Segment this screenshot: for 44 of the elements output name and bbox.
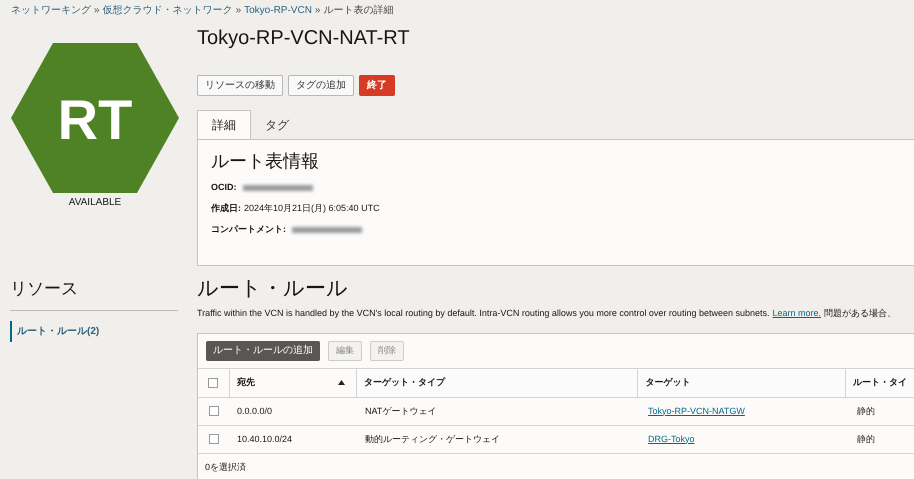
hexagon-logo-icon xyxy=(11,43,179,193)
target-link[interactable]: DRG-Tokyo xyxy=(648,434,695,444)
breadcrumb-link[interactable]: 仮想クラウド・ネットワーク xyxy=(102,3,233,18)
row-checkbox[interactable] xyxy=(209,406,219,416)
breadcrumb-separator: » xyxy=(314,4,320,18)
selection-count: 0を選択済 xyxy=(205,462,246,472)
action-button[interactable]: リソースの移動 xyxy=(197,75,283,96)
status-label: AVAILABLE xyxy=(68,196,122,210)
field-value: 2024年10月21日(月) 6:05:40 UTC xyxy=(244,202,380,215)
field-label: 作成日: xyxy=(211,202,241,215)
column-header[interactable]: ターゲット xyxy=(645,376,838,390)
tab[interactable]: 詳細 xyxy=(197,110,251,139)
learn-more-link[interactable]: Learn more. xyxy=(772,307,822,321)
column-header[interactable]: ルート・タイ xyxy=(853,376,907,390)
table-cell: NATゲートウェイ xyxy=(365,406,436,416)
breadcrumb-link[interactable]: Tokyo-RP-VCN xyxy=(244,3,312,18)
action-button[interactable]: タグの追加 xyxy=(288,75,354,96)
table-cell: 10.40.10.0/24 xyxy=(237,434,292,444)
column-header[interactable]: ターゲット・タイプ xyxy=(364,376,630,390)
breadcrumb-separator: » xyxy=(94,4,100,18)
sort-ascending-icon xyxy=(338,380,346,386)
target-link[interactable]: Tokyo-RP-VCN-NATGW xyxy=(648,406,745,416)
action-button[interactable]: 終了 xyxy=(359,75,395,96)
toolbar-button[interactable]: ルート・ルールの追加 xyxy=(206,340,320,361)
select-all-checkbox[interactable] xyxy=(208,378,218,388)
field-label: OCID: xyxy=(211,180,236,194)
table-cell: 0.0.0.0/0 xyxy=(237,406,272,416)
table-cell: 静的 xyxy=(857,406,875,416)
table-cell: 動的ルーティング・ゲートウェイ xyxy=(365,434,500,444)
section-heading: ルート・ルール xyxy=(197,276,349,302)
description-text: Traffic within the VCN is handled by the VCN's local routing by default. Intra-VCN routing allows you more control over routing between subnets. xyxy=(197,307,770,320)
table-cell: 静的 xyxy=(857,434,875,444)
page-title: Tokyo-RP-VCN-NAT-RT xyxy=(197,28,411,48)
column-header[interactable]: 宛先 xyxy=(236,376,338,390)
breadcrumb-link[interactable]: ネットワーキング xyxy=(11,3,91,18)
breadcrumb-separator: » xyxy=(236,4,242,18)
description-text: 問題がある場合、 xyxy=(824,307,896,320)
resource-link[interactable]: ルート・ルール(2) xyxy=(10,320,178,342)
tab[interactable]: タグ xyxy=(251,110,303,139)
logo-initials: RT xyxy=(58,92,132,148)
field-label: コンパートメント: xyxy=(211,222,286,236)
resources-heading: リソース xyxy=(10,276,178,310)
info-heading: ルート表情報 xyxy=(211,150,320,172)
row-checkbox[interactable] xyxy=(209,434,219,444)
